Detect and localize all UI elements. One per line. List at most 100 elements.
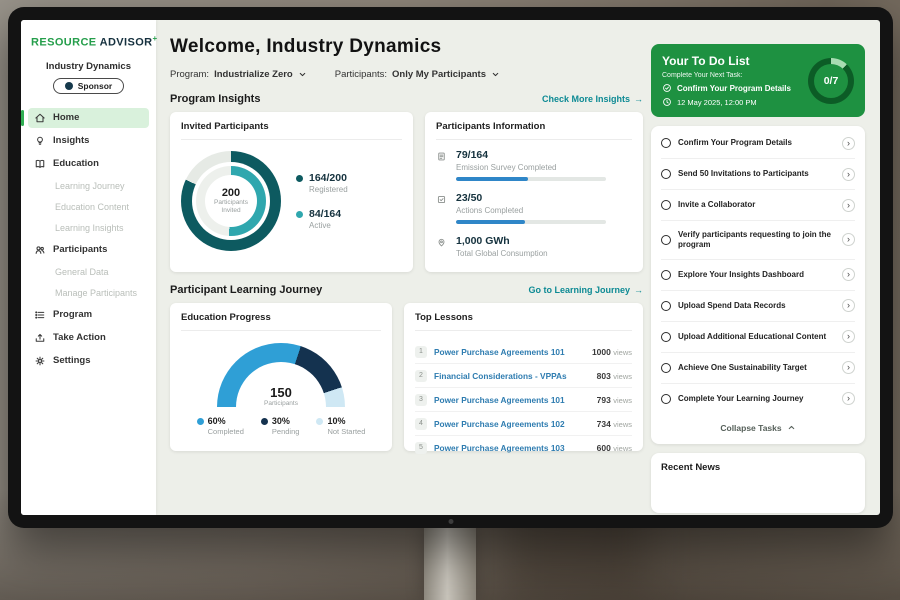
go-to-learning-journey-link[interactable]: Go to Learning Journey → [528, 285, 643, 295]
task-row[interactable]: Upload Additional Educational Content › [661, 322, 855, 353]
task-label: Send 50 Invitations to Participants [678, 169, 835, 179]
consumption-value: 1,000 GWh [456, 235, 548, 247]
task-checkbox[interactable] [661, 363, 671, 373]
task-label: Invite a Collaborator [678, 200, 835, 210]
sidebar-item-home[interactable]: Home [28, 108, 149, 128]
chevron-right-icon[interactable]: › [842, 361, 855, 374]
task-row[interactable]: Invite a Collaborator › [661, 190, 855, 221]
chevron-right-icon[interactable]: › [842, 233, 855, 246]
program-filter-dropdown[interactable]: Program: Industrialize Zero [170, 69, 307, 80]
todo-due: 12 May 2025, 12:00 PM [662, 97, 791, 107]
task-row[interactable]: Verify participants requesting to join t… [661, 221, 855, 260]
book-icon [34, 158, 46, 170]
chevron-right-icon[interactable]: › [842, 299, 855, 312]
chevron-right-icon[interactable]: › [842, 137, 855, 150]
gauge-value: 150 [217, 385, 345, 400]
task-row[interactable]: Confirm Your Program Details › [661, 128, 855, 159]
lesson-views-word: views [613, 348, 632, 357]
collapse-tasks-button[interactable]: Collapse Tasks [661, 414, 855, 442]
chevron-right-icon[interactable]: › [842, 199, 855, 212]
registered-label: Registered [309, 185, 348, 194]
sidebar-item-manage-participants[interactable]: Manage Participants [28, 284, 149, 302]
task-row[interactable]: Explore Your Insights Dashboard › [661, 260, 855, 291]
sidebar-item-education-content[interactable]: Education Content [28, 198, 149, 216]
participants-info-card: Participants Information 79/164 Emission… [425, 112, 643, 272]
completed-value: 60% [208, 416, 244, 426]
program-filter-value: Industrialize Zero [214, 69, 293, 80]
learning-journey-header: Participant Learning Journey Go to Learn… [170, 284, 643, 296]
chevron-right-icon[interactable]: › [842, 268, 855, 281]
sidebar-item-general-data[interactable]: General Data [28, 263, 149, 281]
sidebar-item-education[interactable]: Education [28, 154, 149, 174]
task-row[interactable]: Achieve One Sustainability Target › [661, 353, 855, 384]
chevron-right-icon[interactable]: › [842, 392, 855, 405]
consumption-label: Total Global Consumption [456, 249, 548, 258]
not-started-value: 10% [327, 416, 365, 426]
sidebar-item-label: Learning Journey [55, 181, 125, 191]
chevron-up-icon [787, 423, 796, 432]
sidebar-item-learning-insights[interactable]: Learning Insights [28, 219, 149, 237]
lightbulb-icon [34, 135, 46, 147]
lesson-title-link[interactable]: Power Purchase Agreements 101 [434, 347, 585, 357]
check-more-insights-link[interactable]: Check More Insights → [542, 94, 643, 104]
task-row[interactable]: Upload Spend Data Records › [661, 291, 855, 322]
program-insights-header: Program Insights Check More Insights → [170, 93, 643, 105]
lesson-rank: 5 [415, 442, 427, 454]
lesson-title-link[interactable]: Power Purchase Agreements 102 [434, 419, 590, 429]
gauge-center-text: 150 Participants [217, 385, 345, 407]
pending-label: Pending [272, 427, 300, 436]
pending-dot-icon [261, 418, 268, 425]
participants-filter-label: Participants: [335, 69, 387, 80]
sidebar-item-program[interactable]: Program [28, 305, 149, 325]
todo-title: Your To Do List [662, 54, 791, 68]
chevron-right-icon[interactable]: › [842, 330, 855, 343]
legend-item-completed: 60% Completed [197, 416, 244, 436]
sidebar-item-label: Take Action [53, 332, 106, 343]
go-to-learning-journey-label: Go to Learning Journey [528, 285, 630, 295]
active-label: Active [309, 221, 341, 230]
invited-count-label: Participants Invited [209, 199, 253, 215]
education-progress-card: Education Progress 150 Participants [170, 303, 392, 451]
lesson-views-count: 600 [597, 443, 611, 453]
task-checkbox[interactable] [661, 138, 671, 148]
task-checkbox[interactable] [661, 200, 671, 210]
page-title: Welcome, Industry Dynamics [170, 36, 643, 58]
task-row[interactable]: Complete Your Learning Journey › [661, 384, 855, 414]
task-label: Achieve One Sustainability Target [678, 363, 835, 373]
task-checkbox[interactable] [661, 332, 671, 342]
legend-item-pending: 30% Pending [261, 416, 300, 436]
sidebar-item-settings[interactable]: Settings [28, 351, 149, 371]
chevron-down-icon [491, 70, 500, 79]
task-checkbox[interactable] [661, 394, 671, 404]
todo-due-label: 12 May 2025, 12:00 PM [677, 98, 757, 107]
task-checkbox[interactable] [661, 270, 671, 280]
task-checkbox[interactable] [661, 301, 671, 311]
task-checkbox[interactable] [661, 235, 671, 245]
lesson-views-count: 803 [597, 371, 611, 381]
participants-filter-dropdown[interactable]: Participants: Only My Participants [335, 69, 500, 80]
lesson-title-link[interactable]: Power Purchase Agreements 103 [434, 443, 590, 453]
program-insights-title: Program Insights [170, 93, 260, 105]
monitor-stand [424, 526, 476, 600]
task-label: Upload Spend Data Records [678, 301, 835, 311]
sidebar-nav: Home Insights Education Learning Journey [28, 108, 149, 371]
invited-donut-center: 200 Participants Invited [205, 175, 257, 227]
sponsor-badge-label: Sponsor [78, 81, 112, 91]
lesson-title-link[interactable]: Power Purchase Agreements 101 [434, 395, 590, 405]
task-checkbox[interactable] [661, 169, 671, 179]
task-row[interactable]: Send 50 Invitations to Participants › [661, 159, 855, 190]
sidebar-item-take-action[interactable]: Take Action [28, 328, 149, 348]
participants-info-title: Participants Information [436, 121, 632, 140]
learning-cards-row: Education Progress 150 Participants [170, 303, 643, 451]
info-progress-fill-0 [456, 177, 528, 181]
lesson-views-word: views [613, 444, 632, 453]
invited-participants-title: Invited Participants [181, 121, 402, 140]
sidebar-item-insights[interactable]: Insights [28, 131, 149, 151]
sidebar-item-participants[interactable]: Participants [28, 240, 149, 260]
sidebar-item-learning-journey[interactable]: Learning Journey [28, 177, 149, 195]
sidebar-item-label: General Data [55, 267, 109, 277]
program-filter-label: Program: [170, 69, 209, 80]
map-pin-icon [436, 237, 447, 248]
lesson-title-link[interactable]: Financial Considerations - VPPAs [434, 371, 590, 381]
chevron-right-icon[interactable]: › [842, 168, 855, 181]
